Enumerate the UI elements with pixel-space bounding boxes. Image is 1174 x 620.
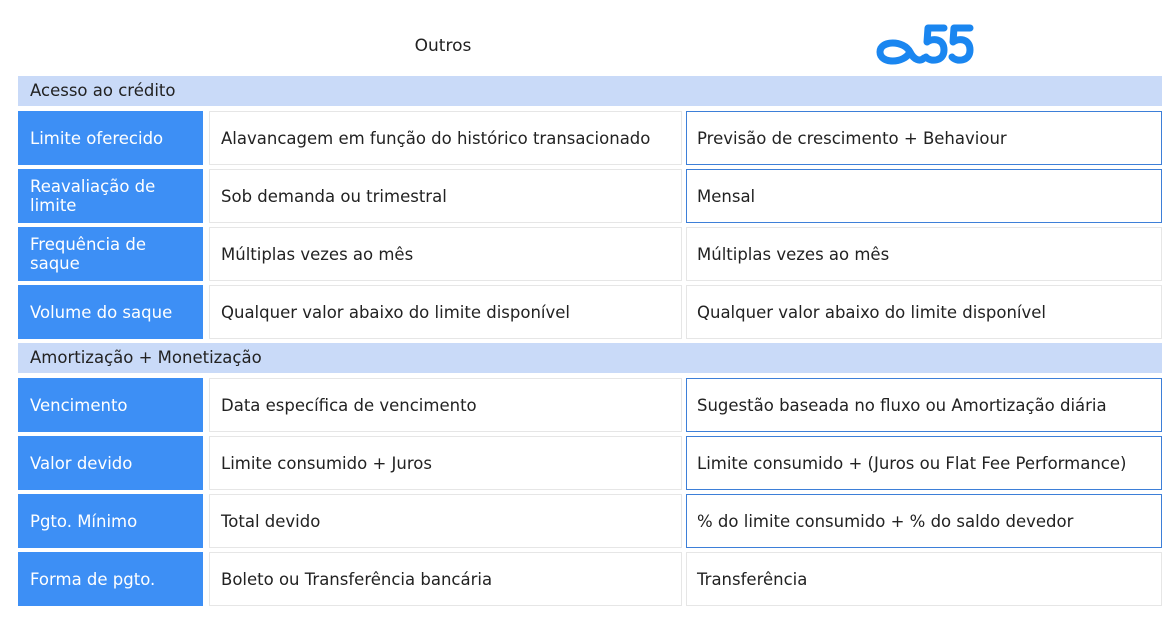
- o55-logo: [876, 24, 974, 65]
- section-header-acesso-credito: Acesso ao crédito: [18, 76, 1162, 106]
- table-row: Volume do saque Qualquer valor abaixo do…: [18, 285, 1162, 339]
- outros-cell: Boleto ou Transferência bancária: [209, 552, 682, 606]
- row-label: Pgto. Mínimo: [18, 494, 203, 548]
- section-header-amortizacao-monetizacao: Amortização + Monetização: [18, 343, 1162, 373]
- table-row: Pgto. Mínimo Total devido % do limite co…: [18, 494, 1162, 548]
- table-row: Reavaliação de limite Sob demanda ou tri…: [18, 169, 1162, 223]
- table-row: Valor devido Limite consumido + Juros Li…: [18, 436, 1162, 490]
- row-label: Limite oferecido: [18, 111, 203, 165]
- o55-cell: Previsão de crescimento + Behaviour: [686, 111, 1162, 165]
- outros-cell: Data específica de vencimento: [209, 378, 682, 432]
- o55-cell: Qualquer valor abaixo do limite disponív…: [686, 285, 1162, 339]
- table-row: Forma de pgto. Boleto ou Transferência b…: [18, 552, 1162, 606]
- o55-cell: Sugestão baseada no fluxo ou Amortização…: [686, 378, 1162, 432]
- table-row: Frequência de saque Múltiplas vezes ao m…: [18, 227, 1162, 281]
- header-outros: Outros: [414, 36, 472, 56]
- o55-cell: Mensal: [686, 169, 1162, 223]
- outros-cell: Total devido: [209, 494, 682, 548]
- row-label: Frequência de saque: [18, 227, 203, 281]
- o55-cell: Transferência: [686, 552, 1162, 606]
- o55-cell: Múltiplas vezes ao mês: [686, 227, 1162, 281]
- o55-cell: Limite consumido + (Juros ou Flat Fee Pe…: [686, 436, 1162, 490]
- outros-cell: Limite consumido + Juros: [209, 436, 682, 490]
- row-label: Valor devido: [18, 436, 203, 490]
- row-label: Reavaliação de limite: [18, 169, 203, 223]
- row-label: Volume do saque: [18, 285, 203, 339]
- outros-cell: Qualquer valor abaixo do limite disponív…: [209, 285, 682, 339]
- outros-cell: Alavancagem em função do histórico trans…: [209, 111, 682, 165]
- row-label: Vencimento: [18, 378, 203, 432]
- outros-cell: Sob demanda ou trimestral: [209, 169, 682, 223]
- row-label: Forma de pgto.: [18, 552, 203, 606]
- outros-cell: Múltiplas vezes ao mês: [209, 227, 682, 281]
- o55-cell: % do limite consumido + % do saldo deved…: [686, 494, 1162, 548]
- table-row: Limite oferecido Alavancagem em função d…: [18, 111, 1162, 165]
- table-row: Vencimento Data específica de vencimento…: [18, 378, 1162, 432]
